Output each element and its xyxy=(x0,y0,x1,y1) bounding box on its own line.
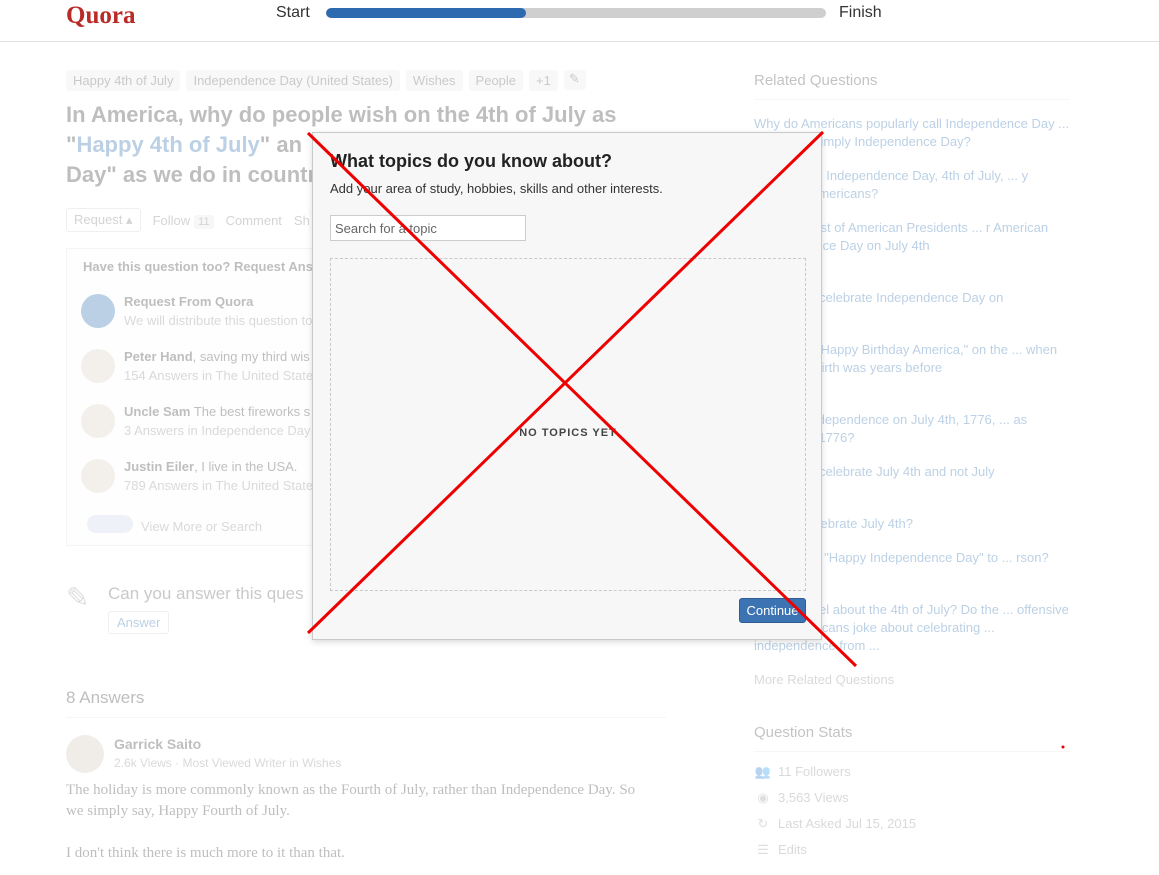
request-answers-box: Have this question too? Request Ans Requ… xyxy=(66,248,326,546)
request-item-sub: We will distribute this question to xyxy=(124,313,313,328)
stat-views: ◉ 3,563 Views xyxy=(754,790,849,806)
share-button[interactable]: Sh xyxy=(294,213,310,228)
request-name: Uncle Sam xyxy=(124,404,191,419)
question-actions: Request ▴ Follow 11 Comment Sh xyxy=(66,208,310,232)
progress-bar xyxy=(326,8,826,18)
answer-body: The holiday is more commonly known as th… xyxy=(66,780,656,864)
request-item-sub: 3 Answers in Independence Day xyxy=(124,423,311,438)
divider xyxy=(66,717,666,718)
request-item-name: Request From Quora xyxy=(124,294,253,309)
request-name: Peter Hand xyxy=(124,349,193,364)
request-item-sub: 154 Answers in The United State xyxy=(124,368,314,383)
comment-button[interactable]: Comment xyxy=(226,213,282,228)
question-stats-heading: Question Stats xyxy=(754,724,853,741)
answer-meta: 2.6k Views · Most Viewed Writer in Wishe… xyxy=(114,756,342,770)
refresh-icon: ↻ xyxy=(757,816,769,831)
avatar xyxy=(81,349,115,383)
modal-title: What topics do you know about? xyxy=(330,151,612,171)
follow-label: Follow xyxy=(152,212,191,228)
avatar xyxy=(81,294,115,328)
topic-tag[interactable]: Wishes xyxy=(405,70,463,91)
avatar-stack xyxy=(87,515,133,533)
question-title-text: " an xyxy=(259,132,303,157)
topic-tag-more[interactable]: +1 xyxy=(529,70,558,91)
avatar xyxy=(81,459,115,493)
request-item[interactable]: Request From Quora We will distribute th… xyxy=(81,294,321,334)
request-item[interactable]: Justin Eiler, I live in the USA. 789 Ans… xyxy=(81,459,321,499)
more-related-link[interactable]: More Related Questions xyxy=(754,672,894,687)
avatar xyxy=(81,404,115,438)
question-title-link[interactable]: Happy 4th of July xyxy=(76,132,259,157)
pencil-icon: ✎ xyxy=(66,582,90,613)
topic-tags: Happy 4th of July Independence Day (Unit… xyxy=(66,70,586,91)
people-icon: 👥 xyxy=(754,764,772,779)
stat-text: Last Asked Jul 15, 2015 xyxy=(778,816,917,831)
answer-paragraph: The holiday is more commonly known as th… xyxy=(66,782,636,819)
answer-author[interactable]: Garrick Saito xyxy=(114,736,201,752)
follow-count: 11 xyxy=(194,214,214,229)
related-questions-heading: Related Questions xyxy=(754,72,878,89)
request-box-heading: Have this question too? Request Ans xyxy=(83,259,313,274)
progress-bar-fill xyxy=(326,8,526,18)
request-item[interactable]: Peter Hand, saving my third wis 154 Answ… xyxy=(81,349,321,389)
top-bar: Quora Start Finish xyxy=(0,0,1159,42)
empty-topics-label: NO TOPICS YET xyxy=(519,427,617,439)
topic-tag[interactable]: Independence Day (United States) xyxy=(186,70,400,91)
stat-text: 3,563 Views xyxy=(778,790,849,805)
question-title-text: Day" as we do in countr xyxy=(66,162,317,187)
stat-text[interactable]: Edits xyxy=(778,842,807,857)
list-icon: ☰ xyxy=(757,842,769,857)
view-more-link[interactable]: View More or Search xyxy=(141,519,262,534)
progress-finish-label: Finish xyxy=(839,4,882,21)
continue-button[interactable]: Continue xyxy=(739,598,806,623)
topics-modal: What topics do you know about? Add your … xyxy=(312,132,822,640)
modal-subtitle: Add your area of study, hobbies, skills … xyxy=(330,181,663,196)
quora-logo[interactable]: Quora xyxy=(66,2,135,30)
eye-icon: ◉ xyxy=(757,790,769,805)
answers-heading: 8 Answers xyxy=(66,688,145,707)
stat-edits: ☰ Edits xyxy=(754,842,807,858)
request-desc: The best fireworks s xyxy=(190,404,311,419)
request-desc: , saving my third wis xyxy=(192,349,310,364)
request-desc: , I live in the USA. xyxy=(194,459,298,474)
request-item-sub: 789 Answers in The United State xyxy=(124,478,314,493)
avatar[interactable] xyxy=(66,735,104,773)
topic-tag[interactable]: People xyxy=(468,70,524,91)
request-item-name: Peter Hand, saving my third wis xyxy=(124,349,310,364)
request-item-name: Justin Eiler, I live in the USA. xyxy=(124,459,297,474)
progress-start-label: Start xyxy=(276,4,310,21)
pencil-icon[interactable] xyxy=(563,70,586,90)
answer-paragraph: I don't think there is much more to it t… xyxy=(66,845,345,861)
request-name: Request From Quora xyxy=(124,294,254,309)
answer-button[interactable]: Answer xyxy=(108,611,170,634)
topic-tag[interactable]: Happy 4th of July xyxy=(66,70,181,91)
selected-topics-area: NO TOPICS YET xyxy=(330,258,806,591)
divider xyxy=(754,99,1070,100)
request-item-name: Uncle Sam The best fireworks s xyxy=(124,404,310,419)
red-dot xyxy=(1061,745,1065,749)
request-item[interactable]: Uncle Sam The best fireworks s 3 Answers… xyxy=(81,404,321,444)
request-button[interactable]: Request ▴ xyxy=(66,208,141,232)
divider xyxy=(754,751,1070,752)
stat-followers: 👥 11 Followers xyxy=(754,764,851,780)
topic-search-input[interactable] xyxy=(330,215,526,241)
stat-text: 11 Followers xyxy=(778,764,851,779)
follow-button[interactable]: Follow 11 xyxy=(152,212,214,229)
answer-prompt: Can you answer this ques xyxy=(108,584,304,603)
stat-last-asked: ↻ Last Asked Jul 15, 2015 xyxy=(754,816,917,832)
request-name: Justin Eiler xyxy=(124,459,195,474)
